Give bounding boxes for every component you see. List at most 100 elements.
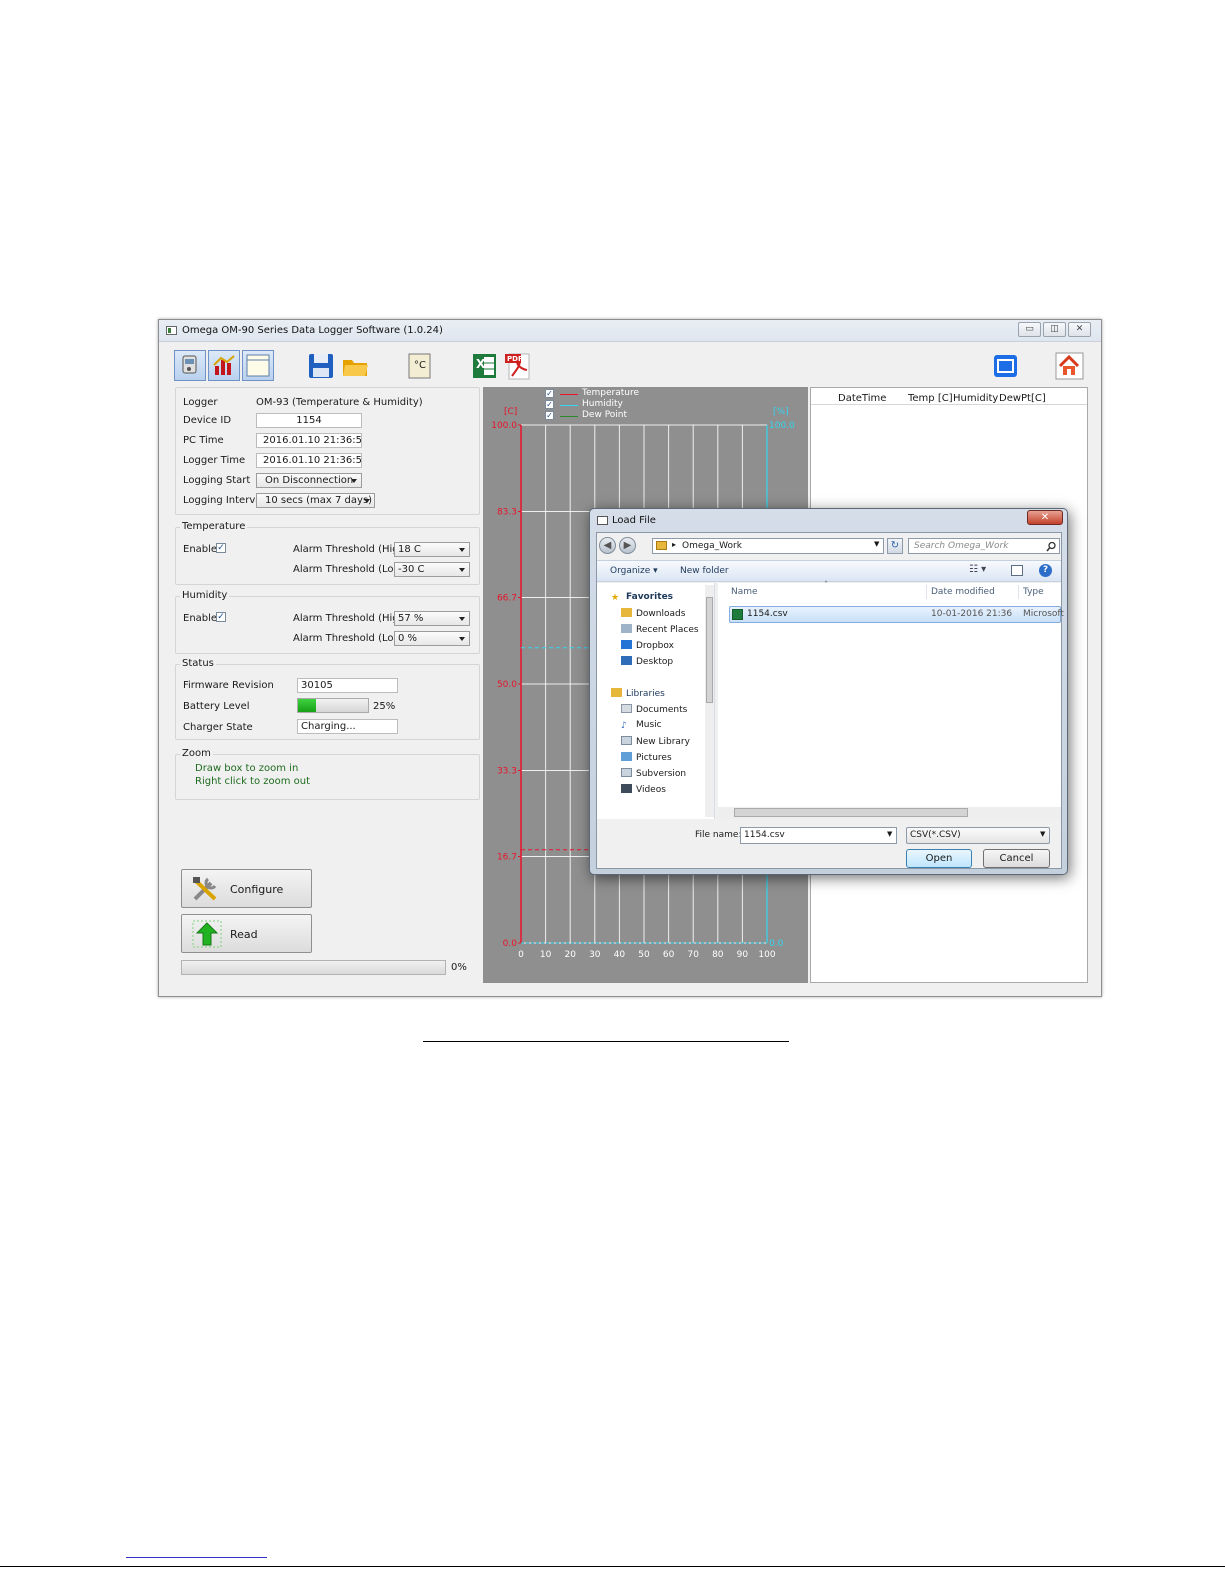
units-button[interactable]: °C — [403, 350, 435, 381]
nav-downloads[interactable]: Downloads — [621, 608, 685, 619]
col-header-dewpoint[interactable]: DewPt[C] — [999, 393, 1046, 404]
nav-pictures[interactable]: Pictures — [621, 752, 672, 763]
nav-recent-places[interactable]: Recent Places — [621, 624, 699, 635]
music-icon: ♪ — [621, 721, 627, 731]
sync-button[interactable] — [989, 350, 1021, 381]
temperature-enable-checkbox[interactable]: ✓ — [216, 543, 226, 553]
hscrollbar-thumb[interactable] — [734, 808, 968, 817]
dialog-close-button[interactable]: ✕ — [1027, 510, 1063, 525]
forward-arrow-icon[interactable]: ▶ — [619, 537, 636, 554]
close-button[interactable]: ✕ — [1068, 322, 1091, 337]
legend-humidity-line — [560, 405, 578, 406]
sync-icon — [994, 355, 1017, 377]
file-list-hscrollbar[interactable] — [718, 807, 1061, 819]
temperature-low-select[interactable]: -30 C — [394, 562, 470, 577]
col-header-temp[interactable]: Temp [C] — [908, 393, 953, 404]
save-button[interactable] — [305, 350, 337, 381]
logger-tool-button[interactable] — [174, 350, 206, 381]
col-header-datetime[interactable]: DateTime — [838, 393, 886, 404]
nav-scrollbar[interactable] — [705, 585, 714, 817]
file-type-filter[interactable]: CSV(*.CSV) ▼ — [906, 827, 1050, 844]
humidity-group-title: Humidity — [180, 590, 230, 601]
search-box[interactable]: Search Omega_Work — [908, 538, 1060, 554]
logging-interval-select[interactable]: 10 secs (max 7 days) — [256, 493, 375, 508]
file-row[interactable]: 1154.csv 10-01-2016 21:36 Microsoft — [729, 606, 1064, 623]
chevron-down-icon — [459, 548, 465, 552]
chevron-down-icon[interactable]: ▼ — [887, 830, 892, 838]
y-left-tick-label: 0.0 — [503, 939, 518, 949]
nav-favorites[interactable]: ★ Favorites — [611, 592, 673, 603]
legend-humidity-checkbox[interactable]: ✓ — [545, 400, 554, 409]
humidity-high-select[interactable]: 57 % — [394, 611, 470, 626]
refresh-icon[interactable]: ↻ — [887, 538, 903, 554]
chevron-down-icon — [459, 617, 465, 621]
export-pdf-button[interactable]: PDF — [502, 350, 534, 381]
nav-downloads-label: Downloads — [636, 609, 686, 619]
downloads-folder-icon — [621, 608, 632, 617]
nav-dropbox[interactable]: Dropbox — [621, 640, 674, 651]
y-left-tick-label: 66.7 — [497, 593, 517, 603]
nav-videos[interactable]: Videos — [621, 784, 666, 795]
nav-pictures-label: Pictures — [636, 753, 672, 763]
read-button[interactable]: Read — [181, 914, 312, 953]
new-folder-button[interactable]: New folder — [680, 566, 729, 576]
home-button[interactable] — [1053, 350, 1085, 381]
chevron-down-icon[interactable]: ▼ — [874, 540, 879, 548]
logger-icon — [182, 355, 197, 374]
legend-temperature-checkbox[interactable]: ✓ — [545, 389, 554, 398]
preview-pane-icon[interactable] — [1011, 565, 1023, 576]
view-options-icon[interactable]: ☷ ▾ — [969, 564, 986, 575]
legend-dewpoint-checkbox[interactable]: ✓ — [545, 411, 554, 420]
export-excel-button[interactable]: X — [468, 350, 500, 381]
humidity-low-label: Alarm Threshold (Low) — [293, 633, 406, 644]
configure-button[interactable]: Configure — [181, 869, 312, 908]
nav-subversion-label: Subversion — [636, 769, 687, 779]
x-tick-label: 80 — [712, 950, 724, 960]
chart-tool-button[interactable] — [208, 350, 240, 381]
col-header-humidity[interactable]: Humidity — [953, 393, 998, 404]
chevron-down-icon — [459, 568, 465, 572]
minimize-button[interactable]: ▭ — [1018, 322, 1041, 337]
col-divider — [1018, 585, 1019, 599]
col-type[interactable]: Type — [1023, 587, 1044, 597]
chevron-down-icon — [364, 499, 370, 503]
nav-documents[interactable]: Documents — [621, 704, 687, 715]
logging-start-select[interactable]: On Disconnection — [256, 473, 362, 488]
table-tool-button[interactable] — [242, 350, 274, 381]
humidity-low-select[interactable]: 0 % — [394, 631, 470, 646]
download-arrow-icon — [192, 920, 222, 948]
read-progress-text: 0% — [451, 962, 467, 973]
open-button[interactable]: Open — [906, 849, 972, 868]
x-tick-label: 60 — [663, 950, 675, 960]
device-id-field[interactable]: 1154 — [256, 413, 362, 428]
battery-percent: 25% — [373, 701, 396, 712]
nav-new-library[interactable]: New Library — [621, 736, 690, 747]
col-date-modified[interactable]: Date modified — [931, 587, 995, 597]
zoom-hint-in: Draw box to zoom in — [195, 763, 299, 774]
humidity-enable-checkbox[interactable]: ✓ — [216, 612, 226, 622]
y-left-tick-label: 16.7 — [497, 852, 517, 862]
col-name[interactable]: Name — [731, 587, 758, 597]
cancel-button[interactable]: Cancel — [983, 849, 1050, 868]
file-name-input[interactable]: 1154.csv ▼ — [740, 827, 897, 844]
configure-label: Configure — [230, 883, 284, 896]
x-tick-label: 50 — [638, 950, 650, 960]
address-bar[interactable]: ▸ Omega_Work ▼ — [652, 538, 884, 554]
open-folder-button[interactable] — [339, 350, 371, 381]
temperature-high-select[interactable]: 18 C — [394, 542, 470, 557]
nav-scrollbar-thumb[interactable] — [706, 597, 713, 703]
temperature-high-label: Alarm Threshold (High) — [293, 544, 409, 555]
back-arrow-icon[interactable]: ◀ — [599, 537, 616, 554]
title-bar: Omega OM-90 Series Data Logger Software … — [159, 320, 1101, 342]
y-left-tick-label: 83.3 — [497, 508, 517, 518]
col-divider — [926, 585, 927, 599]
nav-desktop[interactable]: Desktop — [621, 656, 673, 667]
organize-menu[interactable]: Organize ▾ — [610, 566, 658, 576]
help-icon[interactable]: ? — [1039, 564, 1052, 577]
nav-libraries[interactable]: Libraries — [611, 688, 665, 699]
nav-subversion[interactable]: Subversion — [621, 768, 686, 779]
nav-music[interactable]: ♪ Music — [621, 720, 662, 731]
maximize-button[interactable]: ◫ — [1043, 322, 1066, 337]
nav-new-library-label: New Library — [636, 737, 690, 747]
logging-interval-value: 10 secs (max 7 days) — [265, 495, 373, 506]
